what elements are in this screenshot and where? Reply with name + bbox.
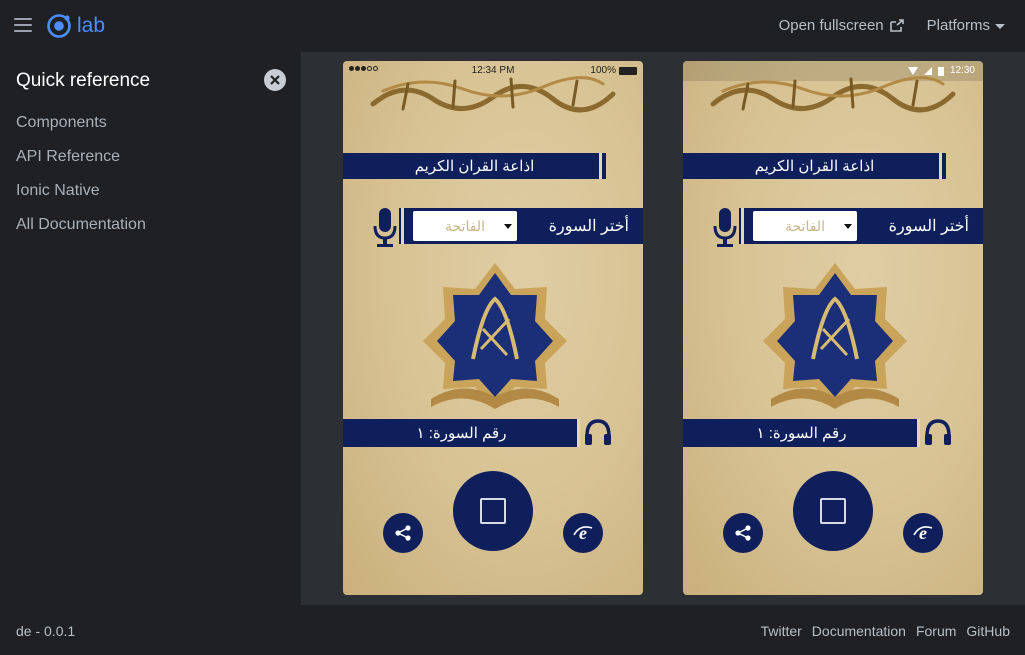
sidebar-item-api-reference[interactable]: API Reference <box>16 148 146 182</box>
open-fullscreen-link[interactable]: Open fullscreen <box>779 17 905 34</box>
surah-select-row: الفاتحة أختر السورة <box>739 208 983 244</box>
microphone-icon[interactable] <box>373 206 397 248</box>
surah-number-bar: رقم السورة: ١ <box>343 419 580 447</box>
ionic-lab-logo: lab <box>46 13 105 39</box>
platforms-dropdown[interactable]: Platforms <box>927 17 1005 34</box>
quick-reference-sidebar: Quick reference Components API Reference… <box>0 52 301 605</box>
headphones-icon[interactable] <box>583 418 613 446</box>
surah-select-label: أختر السورة <box>548 218 629 235</box>
svg-text:e: e <box>579 523 587 543</box>
ios-preview: 12:34 PM 100% اذاعة القران الكريم الفاتح… <box>343 61 643 595</box>
browser-button[interactable]: e <box>563 513 603 553</box>
radio-title: اذاعة القران الكريم <box>754 158 875 175</box>
platforms-label: Platforms <box>926 17 990 34</box>
calligraphy-header-icon <box>710 76 956 113</box>
footer: de - 0.0.1 Twitter Documentation Forum G… <box>0 605 1025 655</box>
surah-number: رقم السورة: ١ <box>756 425 847 442</box>
preview-area: 12:34 PM 100% اذاعة القران الكريم الفاتح… <box>301 52 1025 605</box>
footer-link-documentation[interactable]: Documentation <box>812 623 906 639</box>
stop-icon <box>820 498 846 524</box>
surah-select-value: الفاتحة <box>785 217 825 234</box>
sidebar-item-all-documentation[interactable]: All Documentation <box>16 216 146 250</box>
stop-button[interactable] <box>453 471 533 551</box>
calligraphy-header-icon <box>370 76 616 113</box>
bar-divider <box>599 153 602 179</box>
close-icon <box>270 75 280 85</box>
footer-link-github[interactable]: GitHub <box>966 623 1010 639</box>
surah-select-row: الفاتحة أختر السورة <box>399 208 643 244</box>
select-arrow-icon <box>504 224 512 229</box>
surah-number: رقم السورة: ١ <box>416 425 507 442</box>
bar-accent <box>911 419 916 447</box>
microphone-icon[interactable] <box>713 206 737 248</box>
quran-emblem-icon <box>763 263 907 409</box>
radio-title-bar: اذاعة القران الكريم <box>343 153 606 179</box>
sidebar-item-ionic-native[interactable]: Ionic Native <box>16 182 146 216</box>
close-sidebar-button[interactable] <box>264 69 286 91</box>
select-divider <box>401 208 404 244</box>
ionic-lab-window: lab Open fullscreen Platforms Quick refe… <box>0 0 1025 655</box>
android-preview: 12:30 اذاعة القران الكريم الفاتحة أختر ا… <box>683 61 983 595</box>
bar-divider <box>917 419 920 447</box>
caret-down-icon <box>995 23 1005 29</box>
browser-button[interactable]: e <box>903 513 943 553</box>
select-arrow-icon <box>844 224 852 229</box>
footer-link-twitter[interactable]: Twitter <box>761 623 802 639</box>
sidebar-item-components[interactable]: Components <box>16 114 146 148</box>
radio-title: اذاعة القران الكريم <box>414 158 535 175</box>
internet-explorer-icon: e <box>573 523 593 543</box>
stop-button[interactable] <box>793 471 873 551</box>
sidebar-links: Components API Reference Ionic Native Al… <box>16 114 146 250</box>
bar-divider <box>577 419 580 447</box>
surah-select[interactable]: الفاتحة <box>413 211 517 241</box>
bar-divider <box>939 153 942 179</box>
version-label: de - 0.0.1 <box>16 623 76 639</box>
external-link-icon <box>889 18 904 32</box>
surah-select[interactable]: الفاتحة <box>753 211 857 241</box>
footer-links: Twitter Documentation Forum GitHub <box>761 623 1010 639</box>
select-divider <box>741 208 744 244</box>
share-button[interactable] <box>383 513 423 553</box>
share-icon <box>735 525 751 541</box>
stop-icon <box>480 498 506 524</box>
radio-title-bar: اذاعة القران الكريم <box>683 153 946 179</box>
surah-select-value: الفاتحة <box>445 217 485 234</box>
top-bar: lab Open fullscreen Platforms <box>0 0 1025 52</box>
footer-link-forum[interactable]: Forum <box>916 623 956 639</box>
surah-select-label: أختر السورة <box>888 218 969 235</box>
top-actions: Open fullscreen Platforms <box>779 17 1005 34</box>
quran-emblem-icon <box>423 263 567 409</box>
share-icon <box>395 525 411 541</box>
share-button[interactable] <box>723 513 763 553</box>
ionic-logo-icon <box>47 14 71 38</box>
bar-accent <box>571 419 576 447</box>
headphones-icon[interactable] <box>923 418 953 446</box>
logo-text: lab <box>77 14 106 37</box>
svg-text:e: e <box>919 523 927 543</box>
internet-explorer-icon: e <box>913 523 933 543</box>
open-fullscreen-label: Open fullscreen <box>778 17 884 34</box>
surah-number-bar: رقم السورة: ١ <box>683 419 920 447</box>
menu-icon[interactable] <box>14 18 32 32</box>
sidebar-title: Quick reference <box>16 70 151 91</box>
